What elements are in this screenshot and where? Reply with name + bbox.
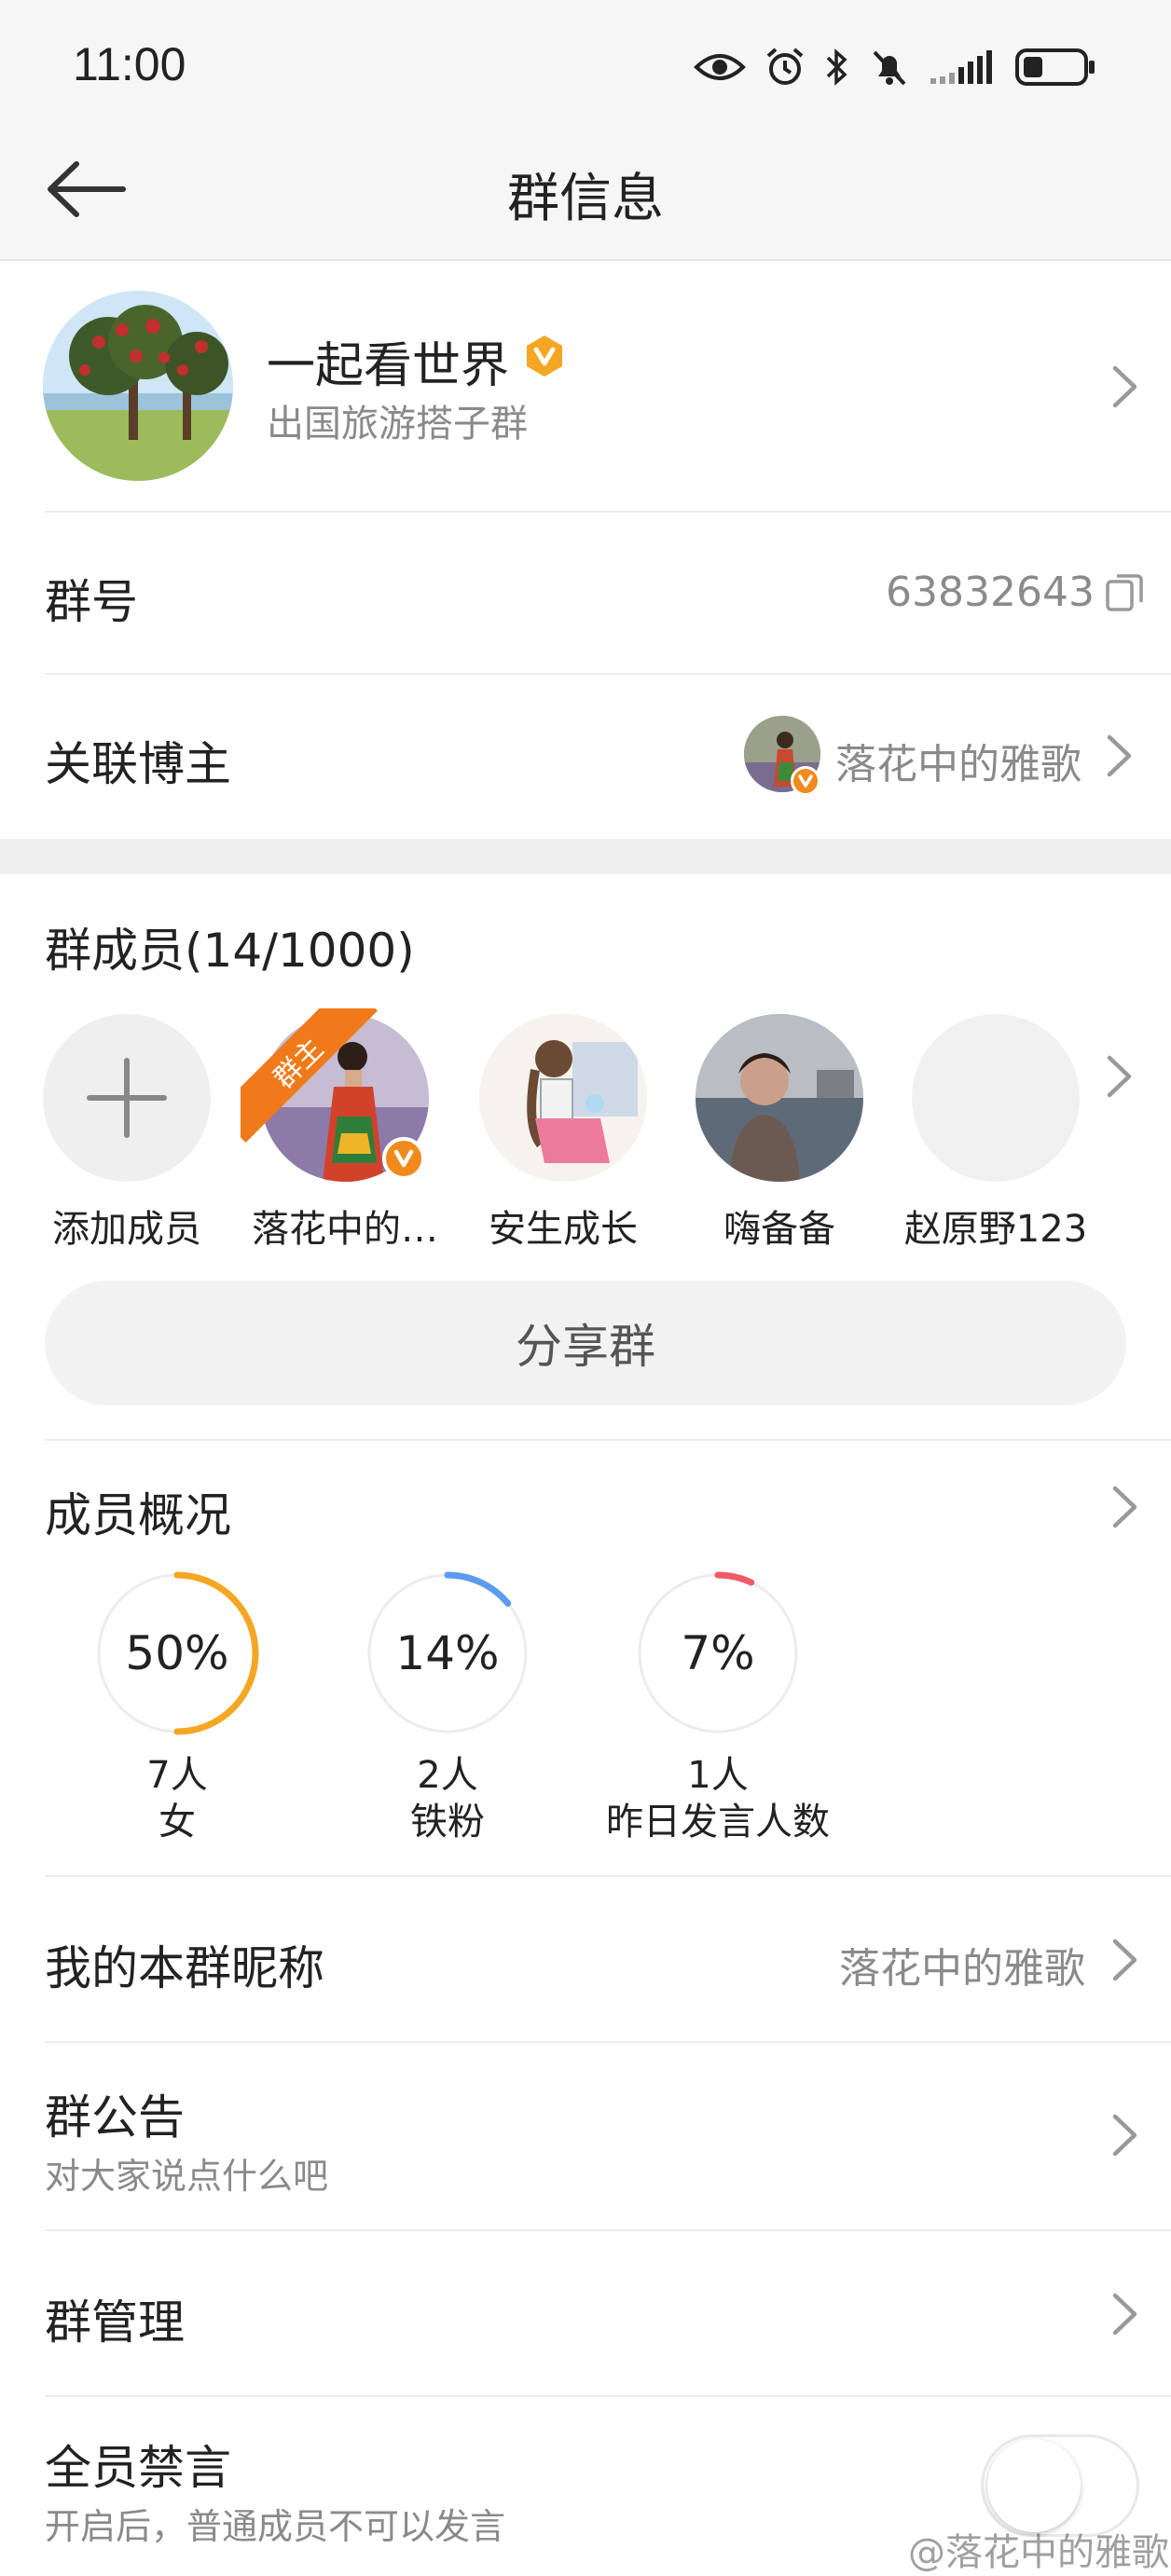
chevron-right-icon: [1112, 365, 1137, 408]
linked-blogger-label: 关联博主: [45, 737, 231, 791]
chevron-right-icon: [1112, 1939, 1137, 1981]
section-gap: [0, 839, 1171, 874]
announcement-label: 群公告: [45, 2090, 185, 2144]
stat-count: 1人: [687, 1754, 749, 1797]
battery-icon: [1015, 48, 1095, 86]
add-member-button[interactable]: 添加成员: [43, 1014, 211, 1251]
member-item[interactable]: 安生成长: [479, 1014, 647, 1251]
stat-percent: 50%: [125, 1626, 229, 1680]
member-item[interactable]: 赵原野123: [904, 1014, 1087, 1251]
share-group-button[interactable]: 分享群: [45, 1281, 1126, 1405]
nickname-value: 落花中的雅歌: [839, 1945, 1085, 1993]
mute-all-hint: 开启后，普通成员不可以发言: [45, 2506, 506, 2547]
stat-ring-iron-fans: 14%: [364, 1569, 531, 1737]
watermark: @落花中的雅歌: [908, 2531, 1169, 2574]
chevron-right-icon: [1112, 2293, 1137, 2336]
alarm-icon: [766, 48, 804, 85]
management-label: 群管理: [45, 2295, 185, 2350]
member-avatar: [696, 1014, 863, 1182]
verified-badge-icon: [522, 334, 567, 378]
group-subtitle: 出国旅游搭子群: [267, 403, 528, 445]
chevron-right-icon: [1112, 1486, 1137, 1528]
stat-count: 7人: [146, 1754, 208, 1797]
group-number-row: 群号 63832643: [0, 513, 1171, 673]
member-item[interactable]: 嗨备备: [696, 1014, 863, 1251]
members-title: 群成员(14/1000): [45, 924, 415, 978]
member-avatar: [912, 1014, 1080, 1182]
group-management-row[interactable]: 群管理: [0, 2231, 1171, 2395]
announcement-placeholder: 对大家说点什么吧: [45, 2156, 329, 2197]
stat-percent: 7%: [681, 1626, 755, 1680]
status-icons: [694, 39, 1096, 95]
member-name: 嗨备备: [723, 1208, 835, 1251]
verified-badge-icon: [382, 1137, 425, 1180]
stat-caption: 1人 昨日发言人数: [578, 1752, 858, 1845]
stat-ring-speakers: 7%: [634, 1569, 802, 1737]
bluetooth-icon: [826, 48, 847, 86]
my-nickname-row[interactable]: 我的本群昵称 落花中的雅歌: [0, 1877, 1171, 2041]
member-avatar: [479, 1014, 647, 1182]
linked-blogger-row[interactable]: 关联博主 落花中的雅歌: [0, 675, 1171, 839]
plus-icon: [87, 1058, 167, 1138]
group-header[interactable]: 一起看世界 出国旅游搭子群: [0, 261, 1171, 513]
group-name: 一起看世界: [267, 338, 510, 394]
members-more-chevron-icon[interactable]: [1104, 1053, 1136, 1100]
verified-badge-icon: [791, 766, 820, 796]
owner-badge-label: 群主: [267, 1032, 331, 1096]
stat-caption: 7人 女: [84, 1752, 270, 1845]
stat-ring-female: 50%: [93, 1569, 261, 1737]
chevron-right-icon: [1107, 734, 1132, 777]
member-name: 添加成员: [52, 1208, 201, 1251]
copy-icon: [1106, 574, 1143, 611]
page-title: 群信息: [507, 169, 664, 229]
eye-icon: [694, 54, 746, 80]
announcement-row[interactable]: 群公告 对大家说点什么吧: [0, 2043, 1171, 2229]
stat-label: 铁粉: [410, 1801, 485, 1843]
linked-blogger-name: 落花中的雅歌: [835, 741, 1081, 788]
nickname-label: 我的本群昵称: [45, 1941, 324, 1995]
group-avatar: [43, 291, 233, 481]
mute-all-label: 全员禁言: [45, 2441, 231, 2495]
signal-icon: [930, 50, 992, 84]
member-name: 赵原野123: [903, 1208, 1088, 1251]
status-time: 11:00: [73, 38, 186, 90]
member-name: 安生成长: [489, 1208, 638, 1251]
header: 11:00 群信息: [0, 0, 1171, 261]
stat-count: 2人: [417, 1754, 478, 1797]
group-number-value: 63832643: [886, 569, 1095, 616]
stat-percent: 14%: [395, 1626, 500, 1680]
group-number-label: 群号: [45, 575, 138, 629]
chevron-right-icon: [1112, 2114, 1137, 2157]
stat-label: 女: [158, 1801, 196, 1843]
stat-label: 昨日发言人数: [606, 1801, 830, 1843]
toggle-knob: [987, 2439, 1081, 2532]
owner-badge: 群主: [241, 1008, 380, 1148]
stat-caption: 2人 铁粉: [354, 1752, 541, 1845]
member-overview-row[interactable]: 成员概况: [0, 1441, 1171, 1553]
member-item[interactable]: 群主 落花中的…: [241, 1008, 438, 1251]
member-name: 落花中的…: [252, 1208, 438, 1251]
mute-bell-icon: [873, 50, 906, 86]
overview-title: 成员概况: [45, 1488, 231, 1542]
copy-button[interactable]: [1104, 572, 1145, 613]
